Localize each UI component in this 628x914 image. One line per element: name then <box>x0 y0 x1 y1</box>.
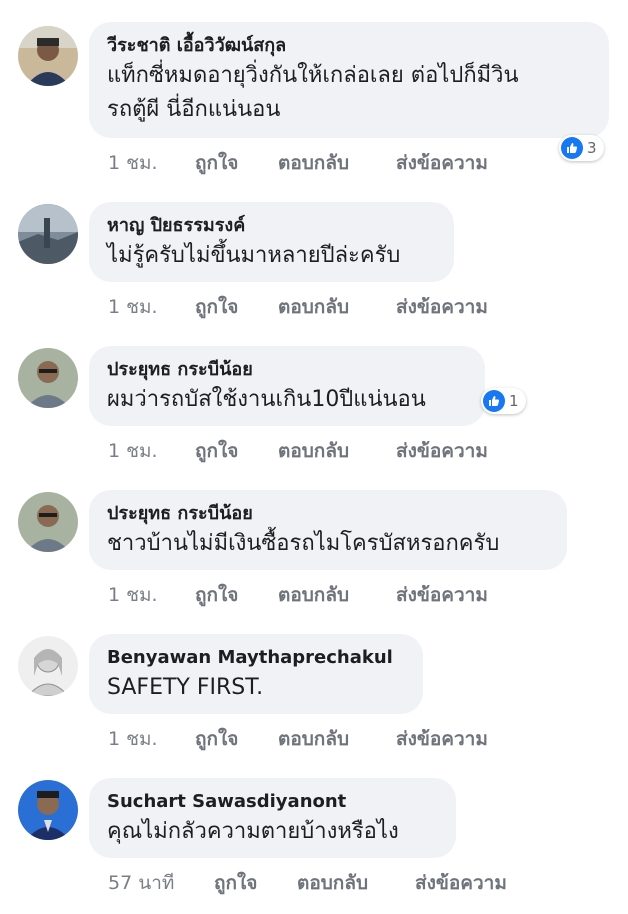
message-button[interactable]: ส่งข้อความ <box>396 580 488 610</box>
comment-bubble: หาญ ปิยธรรมรงค์ ไม่รู้ครับไม่ขึ้นมาหลายป… <box>89 202 454 282</box>
reply-button[interactable]: ตอบกลับ <box>278 436 349 466</box>
comment-bubble: Benyawan Maythaprechakul SAFETY FIRST. <box>89 634 423 714</box>
like-icon <box>561 137 583 159</box>
reaction-count[interactable]: 3 <box>559 135 604 161</box>
avatar[interactable] <box>18 348 78 408</box>
message-button[interactable]: ส่งข้อความ <box>396 436 488 466</box>
message-button[interactable]: ส่งข้อความ <box>396 724 488 754</box>
comment-text: ผมว่ารถบัสใช้งานเกิน10ปีแน่นอน <box>107 387 426 412</box>
avatar[interactable] <box>18 204 78 264</box>
reply-button[interactable]: ตอบกลับ <box>278 292 349 322</box>
reply-button[interactable]: ตอบกลับ <box>278 148 349 178</box>
like-button[interactable]: ถูกใจ <box>195 580 238 610</box>
reaction-count[interactable]: 1 <box>481 388 526 414</box>
avatar[interactable] <box>18 26 78 86</box>
reaction-number: 1 <box>509 392 519 410</box>
comment-bubble: วีระชาติ เอื้อวิวัฒน์สกุล แท็กซี่หมดอายุ… <box>89 22 609 138</box>
like-button[interactable]: ถูกใจ <box>195 292 238 322</box>
reply-button[interactable]: ตอบกลับ <box>278 724 349 754</box>
comment-author[interactable]: Benyawan Maythaprechakul <box>107 645 405 671</box>
comment-bubble: ประยุทธ กระบีน้อย ชาวบ้านไม่มีเงินซื้อรถ… <box>89 490 567 570</box>
message-button[interactable]: ส่งข้อความ <box>415 868 507 898</box>
comment-time[interactable]: 1 ชม. <box>108 292 158 322</box>
comment-text: ชาวบ้านไม่มีเงินซื้อรถไมโครบัสหรอกครับ <box>107 531 500 556</box>
avatar[interactable] <box>18 636 78 696</box>
comment-text: คุณไม่กลัวความตายบ้างหรือไง <box>107 819 399 844</box>
comment-text: ไม่รู้ครับไม่ขึ้นมาหลายปีล่ะครับ <box>107 243 401 268</box>
comment-text: SAFETY FIRST. <box>107 675 264 700</box>
like-button[interactable]: ถูกใจ <box>195 436 238 466</box>
comment-author[interactable]: ประยุทธ กระบีน้อย <box>107 501 549 527</box>
like-icon <box>483 390 505 412</box>
comment-author[interactable]: Suchart Sawasdiyanont <box>107 789 438 815</box>
comment-bubble: Suchart Sawasdiyanont คุณไม่กลัวความตายบ… <box>89 778 456 858</box>
like-button[interactable]: ถูกใจ <box>214 868 257 898</box>
comment-time[interactable]: 1 ชม. <box>108 724 158 754</box>
reaction-number: 3 <box>587 139 597 157</box>
comment-time[interactable]: 1 ชม. <box>108 148 158 178</box>
comment-time[interactable]: 1 ชม. <box>108 436 158 466</box>
like-button[interactable]: ถูกใจ <box>195 148 238 178</box>
comment-bubble: ประยุทธ กระบีน้อย ผมว่ารถบัสใช้งานเกิน10… <box>89 346 485 426</box>
reply-button[interactable]: ตอบกลับ <box>278 580 349 610</box>
comment-text: แท็กซี่หมดอายุวิ่งกันให้เกล่อเลย ต่อไปก็… <box>107 63 519 122</box>
comment-time[interactable]: 1 ชม. <box>108 580 158 610</box>
like-button[interactable]: ถูกใจ <box>195 724 238 754</box>
avatar[interactable] <box>18 492 78 552</box>
comment-author[interactable]: ประยุทธ กระบีน้อย <box>107 357 467 383</box>
message-button[interactable]: ส่งข้อความ <box>396 148 488 178</box>
reply-button[interactable]: ตอบกลับ <box>297 868 368 898</box>
comment-time[interactable]: 57 นาที <box>108 868 174 898</box>
avatar[interactable] <box>18 780 78 840</box>
message-button[interactable]: ส่งข้อความ <box>396 292 488 322</box>
comment-author[interactable]: หาญ ปิยธรรมรงค์ <box>107 213 436 239</box>
comment-author[interactable]: วีระชาติ เอื้อวิวัฒน์สกุล <box>107 33 591 59</box>
